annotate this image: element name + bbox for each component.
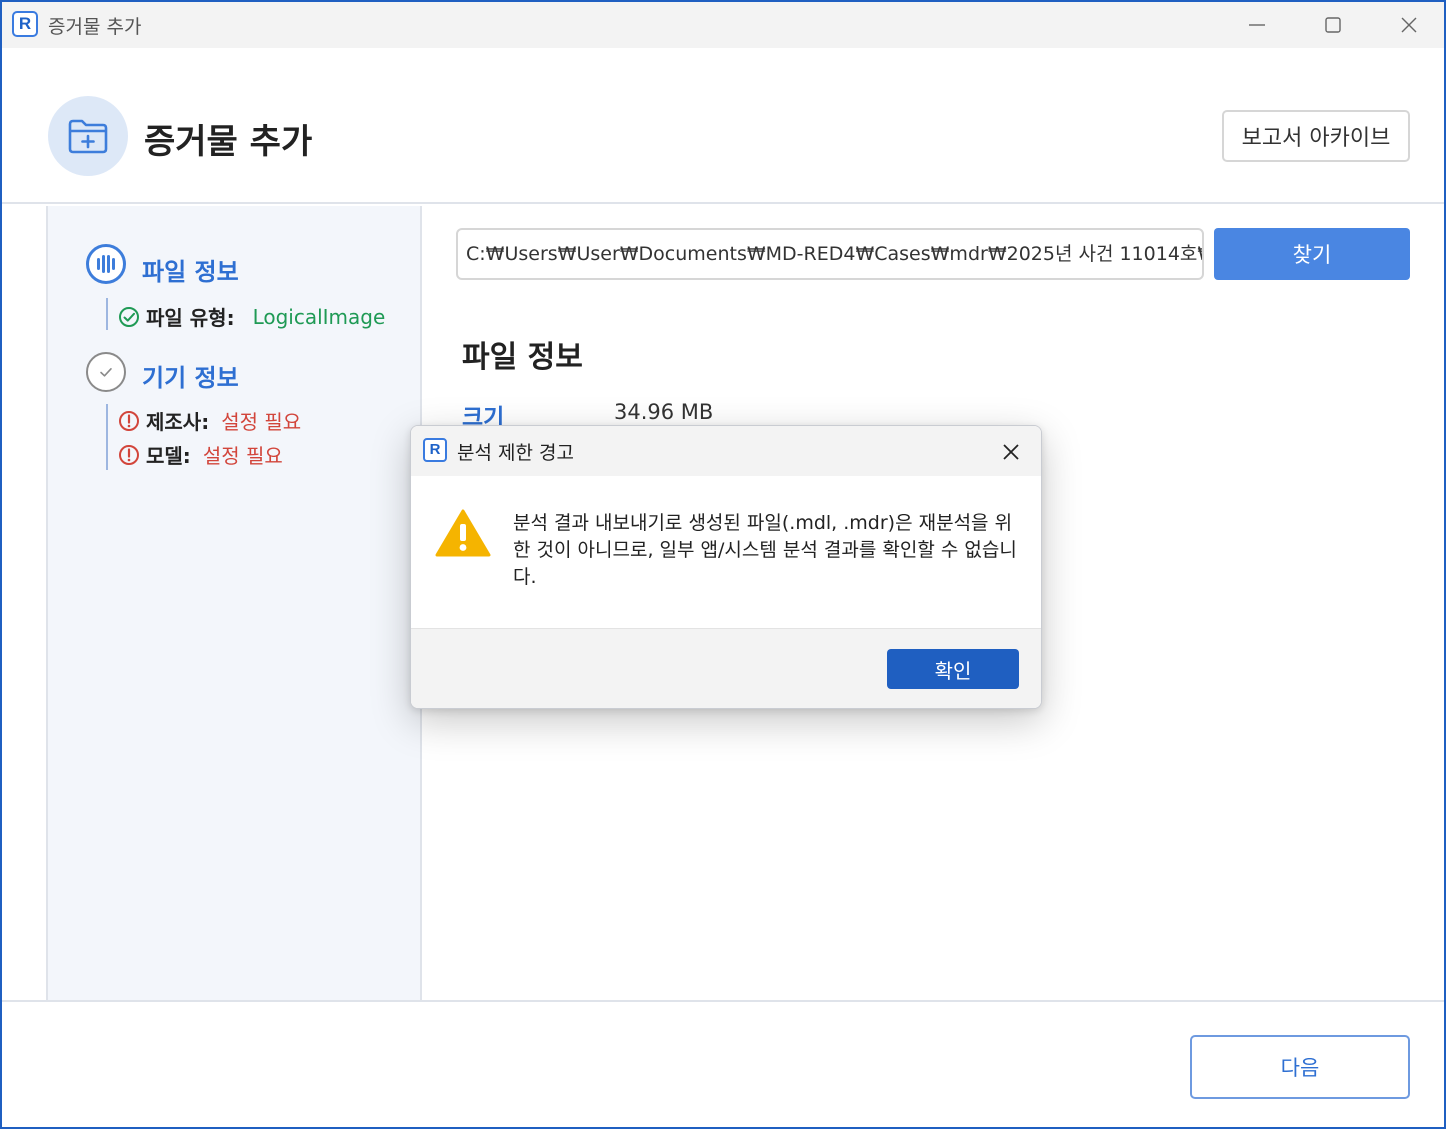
sidebar: 파일 정보 파일 유형: LogicalImage 기기 정보 제조사: 설정 bbox=[46, 206, 422, 1000]
window-title: 증거물 추가 bbox=[48, 16, 142, 38]
minimize-icon bbox=[1249, 24, 1265, 26]
maximize-button[interactable] bbox=[1298, 2, 1368, 48]
ok-button[interactable]: 확인 bbox=[887, 649, 1019, 689]
page-title: 증거물 추가 bbox=[144, 122, 313, 162]
manufacturer-value[interactable]: 설정 필요 bbox=[221, 406, 301, 435]
sidebar-item-manufacturer: 제조사: 설정 필요 bbox=[118, 406, 301, 435]
app-window: R 증거물 추가 증거물 추가 보고서 아카이브 파일 정보 파일 유형: Lo… bbox=[0, 0, 1446, 1129]
dialog-title-bar: R 분석 제한 경고 bbox=[411, 426, 1041, 476]
file-type-value: LogicalImage bbox=[252, 304, 386, 329]
audio-bars-icon bbox=[97, 255, 115, 273]
section-connector-line bbox=[106, 404, 108, 470]
header-icon-badge bbox=[48, 96, 128, 176]
find-button[interactable]: 찾기 bbox=[1214, 228, 1410, 280]
analysis-limit-warning-dialog: R 분석 제한 경고 분석 결과 내보내기로 생성된 파일(.mdl, .mdr… bbox=[410, 425, 1042, 709]
sidebar-section-device-info[interactable]: 기기 정보 bbox=[142, 358, 239, 393]
sidebar-item-model: 모델: 설정 필요 bbox=[118, 440, 283, 469]
sidebar-section-file-info[interactable]: 파일 정보 bbox=[142, 252, 239, 287]
warning-icon bbox=[435, 508, 491, 562]
file-path-input[interactable]: C:₩Users₩User₩Documents₩MD-RED4₩Cases₩md… bbox=[456, 228, 1204, 280]
close-window-button[interactable] bbox=[1374, 2, 1444, 48]
section-connector-line bbox=[106, 298, 108, 330]
dialog-app-logo-icon: R bbox=[423, 438, 447, 462]
dialog-footer: 확인 bbox=[411, 628, 1041, 708]
model-label: 모델: bbox=[146, 444, 191, 468]
dialog-message: 분석 결과 내보내기로 생성된 파일(.mdl, .mdr)은 재분석을 위한 … bbox=[513, 512, 1017, 588]
app-logo-icon: R bbox=[12, 11, 38, 37]
dialog-title: 분석 제한 경고 bbox=[457, 442, 574, 464]
alert-circle-icon bbox=[119, 410, 139, 431]
next-button[interactable]: 다음 bbox=[1190, 1035, 1410, 1099]
close-icon bbox=[1003, 444, 1019, 460]
alert-circle-icon bbox=[119, 444, 139, 465]
file-info-heading: 파일 정보 bbox=[462, 340, 583, 375]
model-value[interactable]: 설정 필요 bbox=[203, 440, 283, 469]
manufacturer-label: 제조사: bbox=[146, 410, 210, 434]
device-info-section-icon bbox=[86, 352, 126, 392]
file-type-label: 파일 유형: bbox=[146, 306, 235, 330]
maximize-icon bbox=[1325, 17, 1341, 33]
report-archive-button[interactable]: 보고서 아카이브 bbox=[1222, 110, 1410, 162]
file-info-section-icon bbox=[86, 244, 126, 284]
dialog-close-button[interactable] bbox=[995, 436, 1027, 468]
check-circle-icon bbox=[100, 368, 112, 377]
close-icon bbox=[1401, 17, 1417, 33]
check-circle-ok-icon bbox=[119, 306, 139, 327]
size-value: 34.96 MB bbox=[614, 400, 714, 424]
title-bar: R 증거물 추가 bbox=[2, 2, 1444, 48]
sidebar-item-file-type: 파일 유형: LogicalImage bbox=[118, 302, 385, 331]
folder-add-icon bbox=[68, 119, 108, 154]
page-header: 증거물 추가 보고서 아카이브 bbox=[2, 48, 1444, 204]
minimize-button[interactable] bbox=[1222, 2, 1292, 48]
footer-divider bbox=[2, 1000, 1444, 1002]
